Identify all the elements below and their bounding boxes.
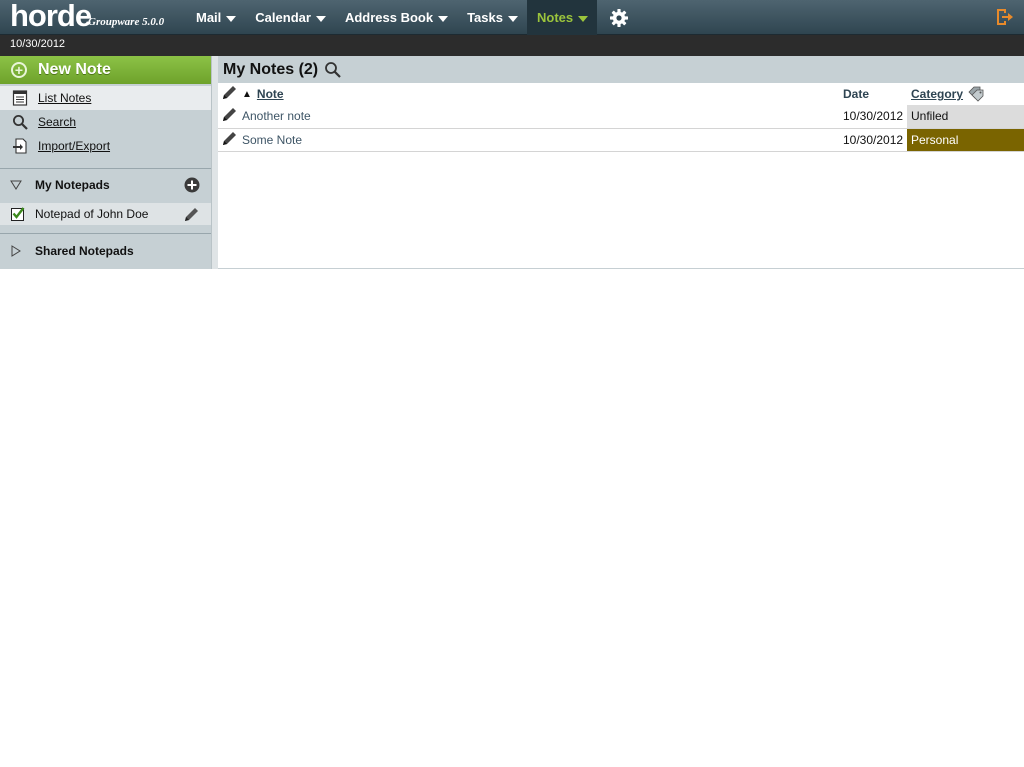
nav-address-book-label: Address Book (344, 10, 434, 25)
nav-calendar[interactable]: Calendar (245, 0, 335, 35)
search-icon (11, 113, 29, 131)
sidebar-item-label: Search (38, 115, 77, 129)
current-date: 10/30/2012 (10, 38, 66, 50)
sidebar-divider (0, 233, 211, 234)
notes-table: ▲ Note Date Category Another note 10/30/… (218, 83, 1024, 152)
collapse-triangle-icon (10, 180, 22, 190)
note-category: Unfiled (907, 105, 1024, 129)
sidebar-divider (0, 168, 211, 169)
edit-note-cell[interactable] (218, 128, 242, 152)
nav-notes-label: Notes (536, 10, 574, 25)
table-row[interactable]: Some Note 10/30/2012 Personal (218, 128, 1024, 152)
nav-calendar-label: Calendar (255, 10, 311, 25)
checkbox-checked-icon[interactable] (11, 207, 25, 221)
nav-notes[interactable]: Notes (526, 0, 598, 35)
sidebar-item-list-notes[interactable]: List Notes (0, 86, 211, 110)
chevron-down-icon (578, 15, 589, 22)
date-column-header[interactable]: Date (843, 83, 907, 105)
top-bar: horde Groupware 5.0.0 Mail Calendar Addr… (0, 0, 1024, 35)
sidebar-item-search[interactable]: Search (0, 110, 211, 134)
chevron-down-icon (438, 15, 449, 22)
nav-tasks-label: Tasks (467, 10, 503, 25)
sidebar-item-label: Import/Export (38, 139, 111, 153)
note-title-cell: Another note (242, 105, 843, 129)
sort-ascending-icon: ▲ (242, 88, 252, 100)
edit-notepad-icon[interactable] (183, 206, 200, 223)
note-title-link[interactable]: Some Note (242, 133, 302, 147)
note-title-link[interactable]: Another note (242, 109, 311, 123)
pencil-icon (223, 108, 236, 122)
import-export-icon (11, 137, 29, 155)
list-icon (11, 89, 29, 107)
sidebar: + New Note List Notes Search Import/Expo… (0, 56, 211, 269)
table-header-row: ▲ Note Date Category (218, 83, 1024, 105)
nav-mail-label: Mail (196, 10, 222, 25)
search-icon[interactable] (324, 61, 341, 78)
sidebar-item-label: List Notes (38, 91, 92, 105)
notepad-label[interactable]: Notepad of John Doe (35, 207, 148, 221)
pencil-icon (223, 86, 236, 99)
add-icon: + (11, 62, 27, 78)
new-note-button[interactable]: + New Note (0, 56, 211, 84)
new-note-label: New Note (38, 61, 111, 78)
nav-mail[interactable]: Mail (186, 0, 245, 35)
logout-button[interactable] (994, 7, 1014, 27)
category-column-header[interactable]: Category (907, 83, 1024, 105)
note-column-label: Note (256, 87, 284, 101)
note-title-cell: Some Note (242, 128, 843, 152)
logout-icon (997, 9, 1013, 25)
nav-address-book[interactable]: Address Book (335, 0, 457, 35)
notes-list: ▲ Note Date Category Another note 10/30/… (218, 83, 1024, 269)
chevron-down-icon (507, 15, 518, 22)
tags-icon[interactable] (968, 86, 986, 102)
date-bar: 10/30/2012 (0, 35, 1024, 56)
note-date: 10/30/2012 (843, 105, 907, 129)
pencil-icon (223, 131, 236, 145)
expand-triangle-icon (11, 245, 21, 257)
note-date: 10/30/2012 (843, 128, 907, 152)
my-notepads-header[interactable]: My Notepads (0, 173, 211, 197)
sidebar-item-import-export[interactable]: Import/Export (0, 134, 211, 158)
chevron-down-icon (226, 15, 237, 22)
my-notepads-label: My Notepads (35, 178, 110, 192)
logo-version: Groupware 5.0.0 (88, 16, 165, 28)
table-row[interactable]: Another note 10/30/2012 Unfiled (218, 105, 1024, 129)
add-notepad-icon[interactable] (184, 177, 200, 193)
chevron-down-icon (315, 15, 326, 22)
page-title: My Notes (2) (223, 60, 319, 78)
edit-note-cell[interactable] (218, 105, 242, 129)
logo-text: horde (10, 0, 92, 33)
main-header: My Notes (2) (218, 56, 1024, 83)
category-column-label: Category (911, 87, 964, 101)
edit-column-header (218, 83, 242, 105)
settings-button[interactable] (597, 0, 641, 35)
shared-notepads-header[interactable]: Shared Notepads (0, 239, 211, 263)
shared-notepads-label: Shared Notepads (35, 244, 134, 258)
nav-tasks[interactable]: Tasks (457, 0, 527, 35)
gear-icon (610, 8, 629, 27)
note-column-header[interactable]: ▲ Note (242, 83, 843, 105)
main-nav: Mail Calendar Address Book Tasks Notes (186, 0, 641, 35)
notepad-item: Notepad of John Doe (0, 203, 211, 225)
note-category: Personal (907, 128, 1024, 152)
sidebar-resize-handle[interactable] (211, 56, 218, 269)
date-column-label: Date (843, 87, 870, 101)
